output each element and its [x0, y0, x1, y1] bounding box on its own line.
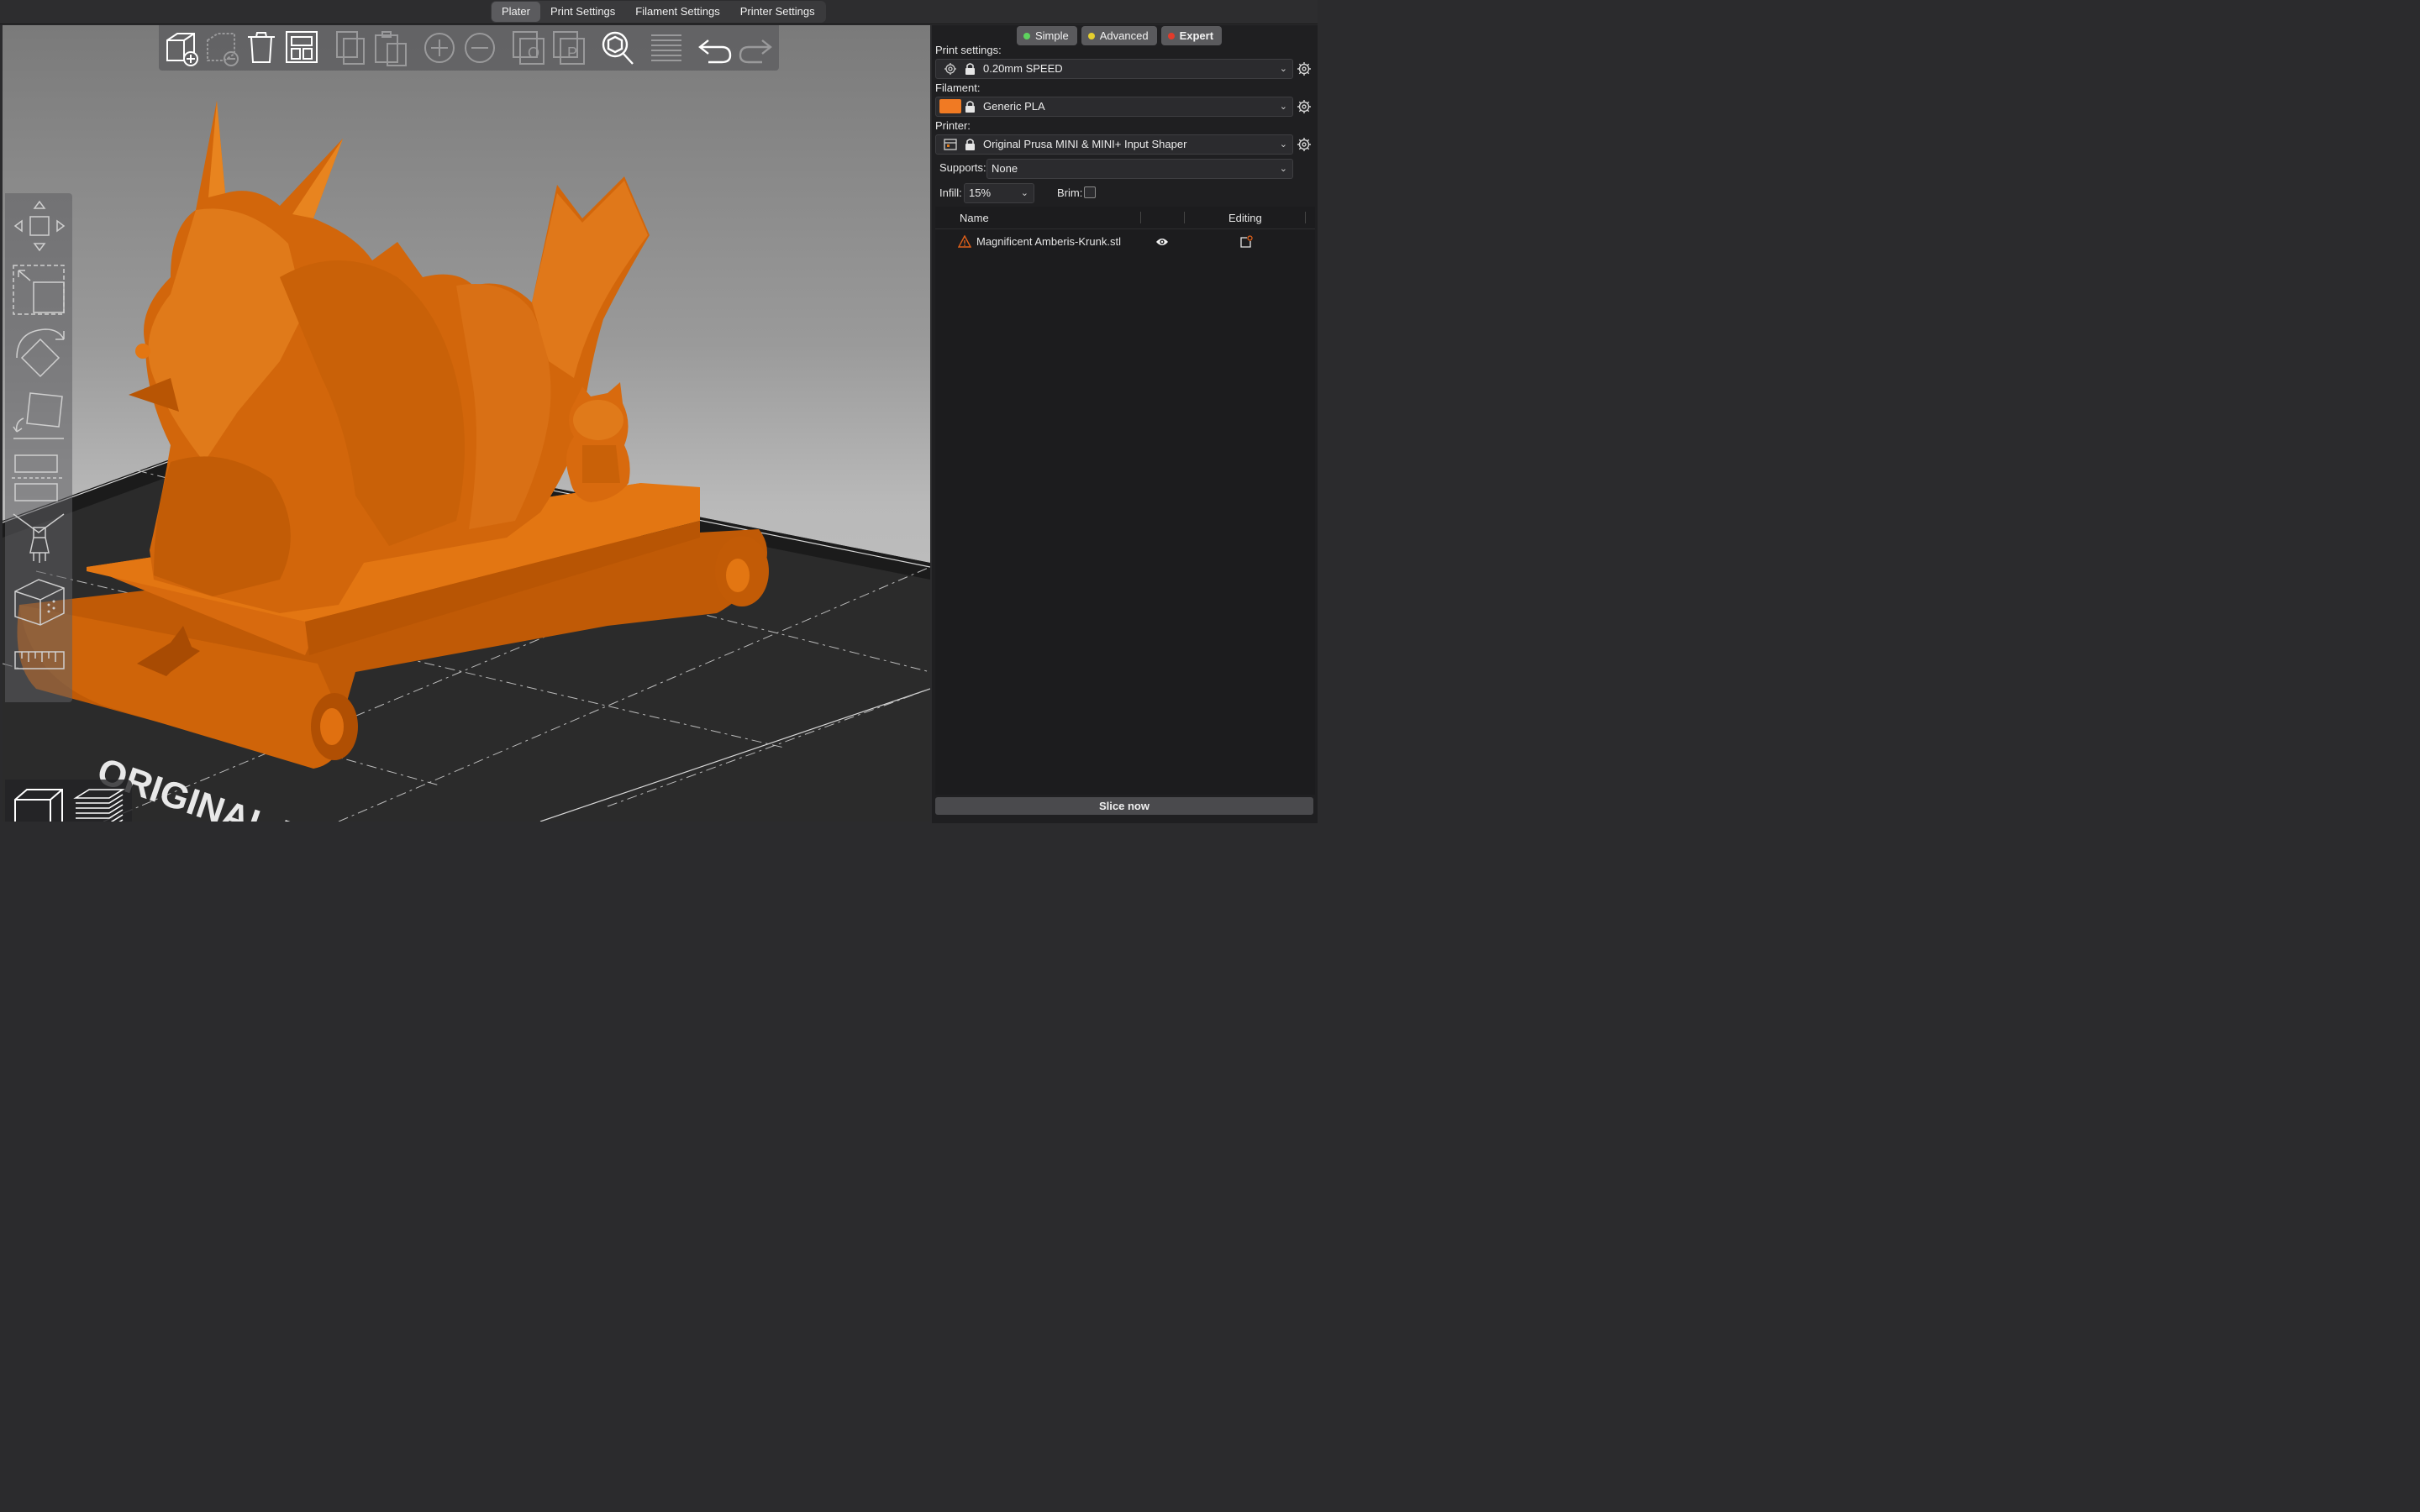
- infill-label: Infill:: [939, 186, 962, 199]
- mode-simple-label: Simple: [1035, 29, 1069, 42]
- printer-combo[interactable]: Original Prusa MINI & MINI+ Input Shaper…: [935, 134, 1293, 155]
- plater-toolbar: O P: [159, 25, 779, 71]
- main-tabs: Plater Print Settings Filament Settings …: [491, 1, 826, 23]
- infill-select[interactable]: 15% ⌄: [964, 183, 1034, 203]
- 3d-view-icon[interactable]: [12, 786, 66, 822]
- delete-icon[interactable]: [203, 29, 239, 67]
- object-name[interactable]: Magnificent Amberis-Krunk.stl: [976, 235, 1121, 248]
- mode-advanced-label: Advanced: [1099, 29, 1149, 42]
- mode-simple-button[interactable]: Simple: [1017, 26, 1077, 45]
- brim-label: Brim:: [1057, 186, 1083, 199]
- print-profile-icon: [944, 63, 956, 75]
- gizmo-toolbar: [5, 193, 72, 702]
- object-list: Name Editing Magnificent Amberis-Krunk.s…: [935, 207, 1315, 795]
- split-objects-icon[interactable]: O: [510, 29, 547, 67]
- copy-icon[interactable]: [332, 29, 369, 67]
- printer-label: Printer:: [935, 119, 971, 132]
- paint-supports-icon[interactable]: [12, 511, 67, 570]
- layers-editing-icon[interactable]: [648, 29, 685, 67]
- filament-color-swatch[interactable]: [939, 99, 961, 113]
- chevron-down-icon: ⌄: [1279, 64, 1287, 74]
- chevron-down-icon: ⌄: [1279, 164, 1287, 174]
- lock-icon: [965, 139, 975, 150]
- rotate-icon[interactable]: [12, 324, 67, 384]
- add-icon[interactable]: [162, 29, 199, 67]
- advanced-dot-icon: [1087, 32, 1095, 39]
- filament-combo[interactable]: Generic PLA ⌄: [935, 97, 1293, 117]
- warning-icon[interactable]: [958, 235, 971, 249]
- cut-icon[interactable]: [12, 450, 67, 510]
- search-icon[interactable]: [599, 29, 636, 67]
- infill-value: 15%: [969, 186, 992, 199]
- remove-instance-icon[interactable]: [461, 29, 498, 67]
- mode-switcher: Simple Advanced Expert: [1017, 26, 1223, 45]
- svg-text:O: O: [528, 45, 539, 61]
- tab-filament-settings[interactable]: Filament Settings: [625, 2, 729, 22]
- tab-print-settings[interactable]: Print Settings: [540, 2, 625, 22]
- expert-dot-icon: [1167, 32, 1175, 39]
- svg-text:P: P: [567, 45, 577, 61]
- model-cat: [566, 382, 630, 502]
- print-settings-gear-icon[interactable]: [1297, 61, 1312, 76]
- tab-printer-settings[interactable]: Printer Settings: [730, 2, 825, 22]
- print-settings-value: 0.20mm SPEED: [983, 62, 1063, 75]
- top-tab-bar: Plater Print Settings Filament Settings …: [0, 0, 1318, 24]
- mode-expert-label: Expert: [1179, 29, 1214, 42]
- split-parts-icon[interactable]: P: [550, 29, 587, 67]
- list-item[interactable]: Magnificent Amberis-Krunk.stl: [935, 233, 1315, 253]
- paste-icon[interactable]: [372, 29, 409, 67]
- printer-value: Original Prusa MINI & MINI+ Input Shaper: [983, 138, 1187, 150]
- preview-layers-icon[interactable]: [72, 786, 126, 822]
- arrange-icon[interactable]: [283, 29, 320, 67]
- printer-profile-icon: [944, 139, 957, 150]
- filament-label: Filament:: [935, 81, 981, 94]
- build-plate-scene: ORIGINAL PR: [3, 101, 930, 822]
- supports-label: Supports:: [939, 161, 986, 174]
- chevron-down-icon: ⌄: [1279, 102, 1287, 112]
- delete-all-icon[interactable]: [243, 29, 280, 67]
- edit-settings-icon[interactable]: [1239, 235, 1253, 249]
- mode-expert-button[interactable]: Expert: [1160, 26, 1223, 45]
- undo-icon[interactable]: [697, 29, 734, 67]
- filament-gear-icon[interactable]: [1297, 99, 1312, 114]
- supports-value: None: [992, 162, 1018, 175]
- brim-checkbox[interactable]: [1084, 186, 1096, 198]
- move-icon[interactable]: [12, 198, 67, 258]
- print-settings-combo[interactable]: 0.20mm SPEED ⌄: [935, 59, 1293, 79]
- ruler-icon[interactable]: [12, 643, 67, 681]
- column-editing-header[interactable]: Editing: [1228, 212, 1262, 224]
- place-on-face-icon[interactable]: [12, 388, 67, 448]
- object-list-header: Name Editing: [935, 207, 1315, 229]
- lock-icon: [965, 101, 975, 113]
- view-mode-buttons: [5, 780, 132, 822]
- lock-icon: [965, 63, 975, 75]
- filament-value: Generic PLA: [983, 100, 1045, 113]
- simple-dot-icon: [1023, 32, 1030, 39]
- redo-icon[interactable]: [737, 29, 774, 67]
- settings-sidebar: Simple Advanced Expert Print settings: 0…: [932, 25, 1318, 823]
- eye-icon[interactable]: [1155, 236, 1169, 248]
- add-instance-icon[interactable]: [421, 29, 458, 67]
- 3d-viewport[interactable]: ORIGINAL PR: [3, 25, 930, 822]
- chevron-down-icon: ⌄: [1020, 188, 1028, 198]
- mode-advanced-button[interactable]: Advanced: [1081, 26, 1157, 45]
- scale-icon[interactable]: [12, 262, 67, 322]
- column-name-header[interactable]: Name: [960, 212, 989, 224]
- chevron-down-icon: ⌄: [1279, 139, 1287, 150]
- printer-gear-icon[interactable]: [1297, 137, 1312, 152]
- supports-select[interactable]: None ⌄: [986, 159, 1293, 179]
- slice-now-button[interactable]: Slice now: [935, 797, 1313, 815]
- 3d-box-icon[interactable]: [12, 573, 67, 633]
- print-settings-label: Print settings:: [935, 44, 1002, 56]
- tab-plater[interactable]: Plater: [492, 2, 540, 22]
